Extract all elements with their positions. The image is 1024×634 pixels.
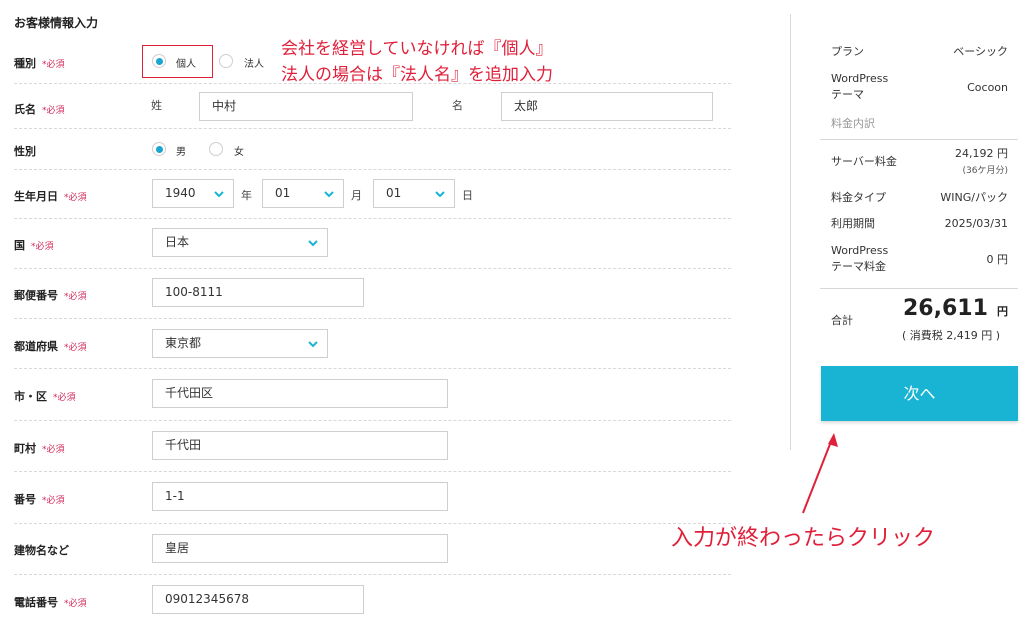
sei-label: 姓 <box>151 99 162 112</box>
section-title: お客様情報入力 <box>14 16 99 30</box>
annotation-line-1: 会社を経営していなければ『個人』 <box>281 39 553 59</box>
fee-type-value: WING/パック <box>940 191 1008 204</box>
divider <box>14 218 731 219</box>
day-unit: 日 <box>462 189 473 202</box>
type-label: 種別 *必須 <box>14 57 65 70</box>
divider <box>14 574 731 575</box>
server-fee-note: (36ケ月分) <box>962 166 1008 176</box>
period-label: 利用期間 <box>831 217 875 230</box>
building-input[interactable]: 皇居 <box>152 534 448 563</box>
prefecture-select[interactable]: 東京都 <box>152 329 328 358</box>
gender-option-female: 女 <box>234 147 244 158</box>
phone-input[interactable]: 09012345678 <box>152 585 364 614</box>
birth-day-select[interactable]: 01 <box>373 179 455 208</box>
theme-fee-value: 0 円 <box>986 253 1009 266</box>
birth-year-select[interactable]: 1940 <box>152 179 234 208</box>
server-fee-value: 24,192 円 <box>955 147 1008 160</box>
theme-fee-label: WordPress テーマ料金 <box>831 244 889 273</box>
birth-month-select[interactable]: 01 <box>262 179 344 208</box>
breakdown-label: 料金内訳 <box>831 117 875 130</box>
city-label: 市・区 *必須 <box>14 390 76 403</box>
divider <box>14 268 731 269</box>
chevron-down-icon <box>434 189 446 199</box>
chevron-down-icon <box>307 339 319 349</box>
town-input[interactable]: 千代田 <box>152 431 448 460</box>
month-unit: 月 <box>351 189 362 202</box>
sei-input[interactable]: 中村 <box>199 92 413 121</box>
server-fee-label: サーバー料金 <box>831 155 897 168</box>
sidebar-line <box>820 288 1018 289</box>
divider <box>14 368 731 369</box>
period-value: 2025/03/31 <box>944 217 1008 230</box>
city-input[interactable]: 千代田区 <box>152 379 448 408</box>
town-label: 町村 *必須 <box>14 442 65 455</box>
number-input[interactable]: 1-1 <box>152 482 448 511</box>
divider <box>14 318 731 319</box>
postal-input[interactable]: 100-8111 <box>152 278 364 307</box>
building-label: 建物名など <box>14 544 69 557</box>
annotation-line-2: 法人の場合は『法人名』を追加入力 <box>281 65 553 85</box>
gender-radio-male[interactable] <box>152 142 166 156</box>
gender-option-male: 男 <box>176 147 186 158</box>
plan-label: プラン <box>831 45 864 58</box>
total-label: 合計 <box>831 314 853 327</box>
gender-label: 性別 <box>14 145 36 158</box>
postal-label: 郵便番号 *必須 <box>14 289 87 302</box>
number-label: 番号 *必須 <box>14 493 65 506</box>
plan-value: ベーシック <box>953 45 1008 58</box>
chevron-down-icon <box>307 238 319 248</box>
annotation-arrow-icon <box>802 433 838 514</box>
divider <box>14 523 731 524</box>
divider <box>14 471 731 472</box>
gender-radio-female[interactable] <box>209 142 223 156</box>
mei-input[interactable]: 太郎 <box>501 92 713 121</box>
country-label: 国 *必須 <box>14 239 54 252</box>
phone-label: 電話番号 *必須 <box>14 596 87 609</box>
type-radio-individual[interactable] <box>152 54 166 68</box>
divider <box>14 128 731 129</box>
tax-note: ( 消費税 2,419 円 ) <box>901 329 1000 342</box>
total-amount: 26,611 円 <box>903 296 1008 321</box>
next-button[interactable]: 次へ <box>821 366 1018 421</box>
prefecture-label: 都道府県 *必須 <box>14 340 87 353</box>
type-radio-corporate[interactable] <box>219 54 233 68</box>
name-label: 氏名 *必須 <box>14 103 65 116</box>
birth-label: 生年月日 *必須 <box>14 190 87 203</box>
sidebar-divider <box>790 14 791 450</box>
chevron-down-icon <box>323 189 335 199</box>
type-option-individual: 個人 <box>176 59 196 70</box>
theme-value: Cocoon <box>967 81 1008 94</box>
divider <box>14 420 731 421</box>
theme-label: WordPress テーマ <box>831 72 889 101</box>
sidebar-line <box>820 139 1018 140</box>
type-option-corporate: 法人 <box>244 59 264 70</box>
mei-label: 名 <box>452 99 463 112</box>
country-select[interactable]: 日本 <box>152 228 328 257</box>
chevron-down-icon <box>213 189 225 199</box>
year-unit: 年 <box>241 189 252 202</box>
fee-type-label: 料金タイプ <box>831 191 886 204</box>
divider <box>14 169 731 170</box>
